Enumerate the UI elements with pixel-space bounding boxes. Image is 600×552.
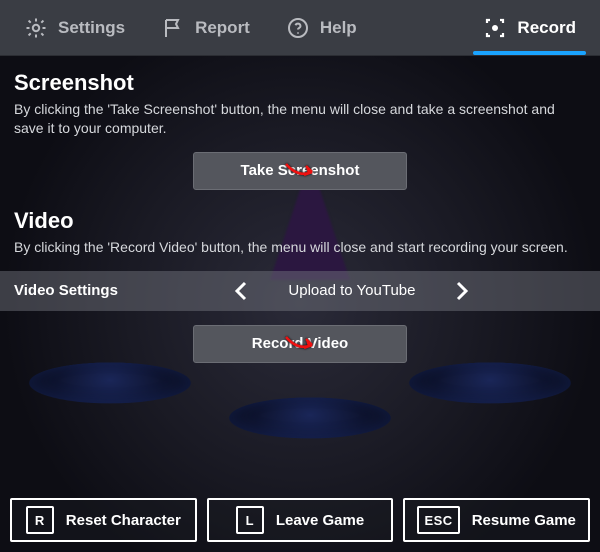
tab-label: Settings (58, 18, 125, 38)
video-settings-value: Upload to YouTube (288, 282, 415, 299)
top-tab-bar: Settings Report Help Record (0, 0, 600, 56)
key-hint: L (236, 506, 264, 534)
footer-bar: R Reset Character L Leave Game ESC Resum… (0, 488, 600, 552)
resume-game-button[interactable]: ESC Resume Game (403, 498, 590, 542)
screenshot-description: By clicking the 'Take Screenshot' button… (14, 100, 586, 138)
tab-settings[interactable]: Settings (6, 0, 143, 55)
annotation-arrow-icon (284, 160, 324, 182)
help-icon (286, 16, 310, 40)
video-heading: Video (14, 208, 586, 234)
tab-label: Report (195, 18, 250, 38)
record-focus-icon (483, 16, 507, 40)
record-panel: Screenshot By clicking the 'Take Screens… (0, 56, 600, 363)
video-settings-row: Video Settings Upload to YouTube (0, 271, 600, 311)
tab-record[interactable]: Record (465, 0, 594, 55)
tab-label: Record (517, 18, 576, 38)
reset-character-button[interactable]: R Reset Character (10, 498, 197, 542)
tab-label: Help (320, 18, 357, 38)
flag-icon (161, 16, 185, 40)
gear-icon (24, 16, 48, 40)
annotation-arrow-icon (284, 333, 324, 355)
video-settings-prev[interactable] (224, 274, 258, 308)
chevron-left-icon (233, 279, 249, 303)
tab-report[interactable]: Report (143, 0, 268, 55)
tab-help[interactable]: Help (268, 0, 375, 55)
key-hint: ESC (417, 506, 459, 534)
footer-button-label: Resume Game (472, 512, 576, 529)
leave-game-button[interactable]: L Leave Game (207, 498, 394, 542)
video-description: By clicking the 'Record Video' button, t… (14, 238, 586, 257)
video-settings-label: Video Settings (14, 282, 118, 299)
screenshot-heading: Screenshot (14, 70, 586, 96)
key-hint: R (26, 506, 54, 534)
footer-button-label: Reset Character (66, 512, 181, 529)
chevron-right-icon (454, 279, 470, 303)
footer-button-label: Leave Game (276, 512, 364, 529)
video-settings-next[interactable] (445, 274, 479, 308)
